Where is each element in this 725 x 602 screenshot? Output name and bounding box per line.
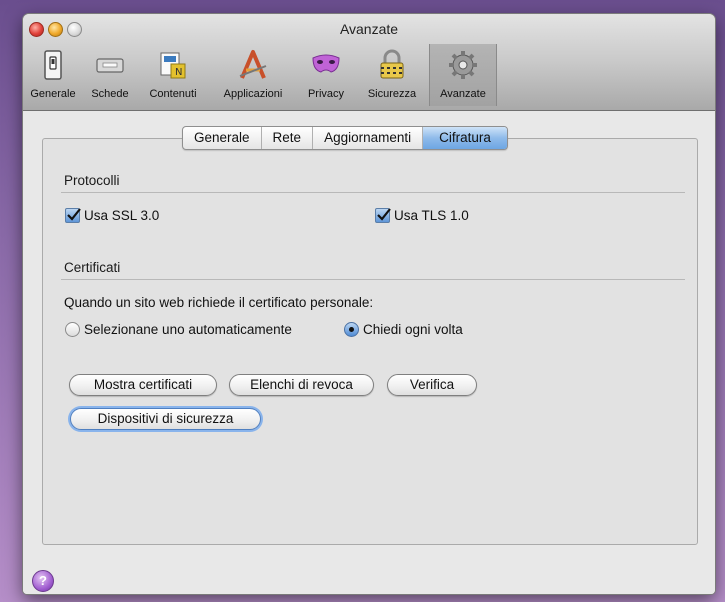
protocolli-divider xyxy=(61,192,685,193)
switch-icon xyxy=(44,50,62,80)
tls-checkbox[interactable]: Usa TLS 1.0 xyxy=(375,208,469,223)
toolbar-label: Sicurezza xyxy=(367,88,417,100)
ssl-checkbox[interactable]: Usa SSL 3.0 xyxy=(65,208,159,223)
tab-bar: Generale Rete Aggiornamenti Cifratura xyxy=(182,126,508,150)
radio-ask-every-time[interactable]: Chiedi ogni volta xyxy=(344,322,463,337)
radio-auto-select[interactable]: Selezionane uno automaticamente xyxy=(65,322,292,337)
tab-cifratura[interactable]: Cifratura xyxy=(423,127,507,149)
svg-text:N: N xyxy=(175,67,182,78)
certificate-prompt: Quando un sito web richiede il certifica… xyxy=(64,295,374,310)
privacy-mask-icon xyxy=(312,54,340,73)
toolbar-item-applicazioni[interactable]: Applicazioni xyxy=(209,44,297,106)
checkbox-checked-icon xyxy=(375,208,391,223)
verify-button[interactable]: Verifica xyxy=(387,374,477,396)
toolbar-label: Avanzate xyxy=(440,88,486,100)
radio-ask-label: Chiedi ogni volta xyxy=(363,322,463,337)
tab-rete[interactable]: Rete xyxy=(262,127,314,149)
encryption-panel: Protocolli Usa SSL 3.0 Usa TLS 1.0 Certi… xyxy=(42,138,698,545)
radio-off-icon xyxy=(65,322,80,337)
toolbar-item-contenuti[interactable]: N Contenuti xyxy=(137,44,209,106)
lock-icon xyxy=(380,49,404,79)
applications-icon xyxy=(239,50,267,79)
security-devices-button[interactable]: Dispositivi di sicurezza xyxy=(70,408,261,430)
window-title: Avanzate xyxy=(339,21,399,37)
tabs-icon xyxy=(96,58,124,73)
preferences-toolbar: Generale Schede N Contenuti Applicazioni… xyxy=(23,44,715,106)
toolbar-item-privacy[interactable]: Privacy xyxy=(297,44,355,106)
tab-generale[interactable]: Generale xyxy=(183,127,262,149)
certificati-heading: Certificati xyxy=(64,260,121,275)
checkbox-checked-icon xyxy=(65,208,81,223)
revocation-lists-button[interactable]: Elenchi di revoca xyxy=(229,374,374,396)
protocolli-heading: Protocolli xyxy=(64,173,120,188)
ssl-label: Usa SSL 3.0 xyxy=(84,208,160,223)
toolbar-item-avanzate[interactable]: Avanzate xyxy=(429,44,497,106)
tab-aggiornamenti[interactable]: Aggiornamenti xyxy=(313,127,424,149)
gear-icon xyxy=(449,51,477,79)
toolbar-item-sicurezza[interactable]: Sicurezza xyxy=(355,44,429,106)
toolbar-label: Privacy xyxy=(307,88,345,100)
certificati-divider xyxy=(61,279,685,280)
toolbar-item-schede[interactable]: Schede xyxy=(83,44,137,106)
radio-on-icon xyxy=(344,322,359,337)
toolbar-label: Applicazioni xyxy=(223,88,283,100)
content-icon: N xyxy=(160,52,186,79)
preferences-content: Generale Rete Aggiornamenti Cifratura Pr… xyxy=(23,111,715,594)
preferences-window: Avanzate Generale Schede N Contenuti App… xyxy=(23,14,715,594)
toolbar-item-generale[interactable]: Generale xyxy=(23,44,83,106)
radio-auto-label: Selezionane uno automaticamente xyxy=(84,322,292,337)
toolbar-label: Schede xyxy=(91,88,129,100)
titlebar: Avanzate Generale Schede N Contenuti App… xyxy=(23,14,715,111)
toolbar-label: Contenuti xyxy=(149,88,197,100)
toolbar-label: Generale xyxy=(30,88,76,100)
show-certificates-button[interactable]: Mostra certificati xyxy=(69,374,217,396)
tls-label: Usa TLS 1.0 xyxy=(394,208,469,223)
help-button[interactable]: ? xyxy=(32,570,54,592)
